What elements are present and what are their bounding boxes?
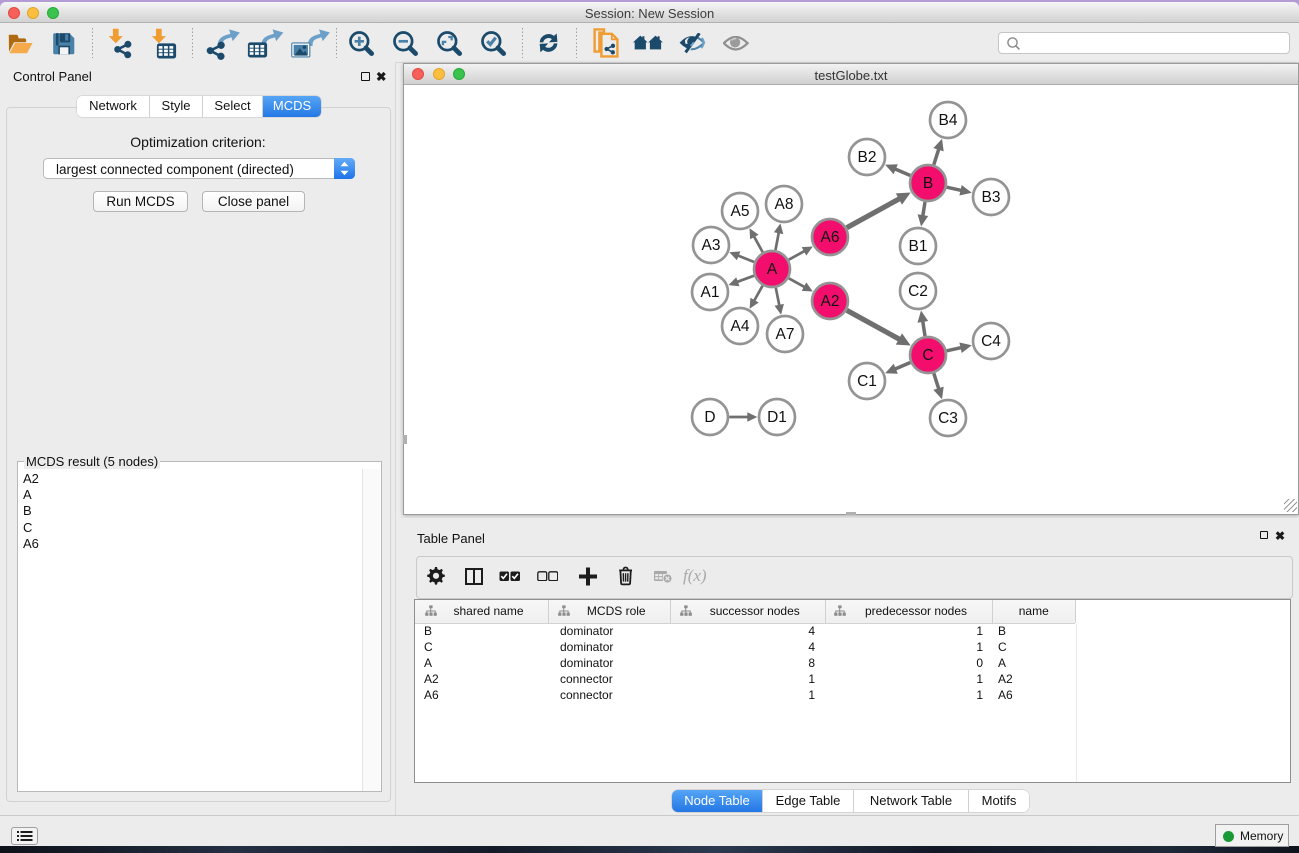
svg-text:B1: B1 (909, 238, 928, 255)
svg-text:D1: D1 (767, 409, 787, 426)
svg-text:C2: C2 (908, 283, 928, 300)
svg-text:C1: C1 (857, 373, 877, 390)
svg-text:A7: A7 (776, 326, 795, 343)
svg-text:A4: A4 (731, 318, 750, 335)
svg-text:D: D (704, 409, 715, 426)
svg-text:A8: A8 (775, 196, 794, 213)
svg-text:C: C (922, 347, 933, 364)
svg-text:A5: A5 (731, 203, 750, 220)
svg-text:C4: C4 (981, 333, 1001, 350)
svg-text:A: A (767, 261, 778, 278)
svg-text:B: B (923, 175, 933, 192)
svg-text:A1: A1 (701, 284, 720, 301)
svg-text:A2: A2 (821, 293, 840, 310)
svg-text:B3: B3 (982, 189, 1001, 206)
svg-text:B4: B4 (939, 112, 958, 129)
svg-text:A6: A6 (821, 229, 840, 246)
svg-text:A3: A3 (702, 237, 721, 254)
svg-text:C3: C3 (938, 410, 958, 427)
svg-text:B2: B2 (858, 149, 877, 166)
